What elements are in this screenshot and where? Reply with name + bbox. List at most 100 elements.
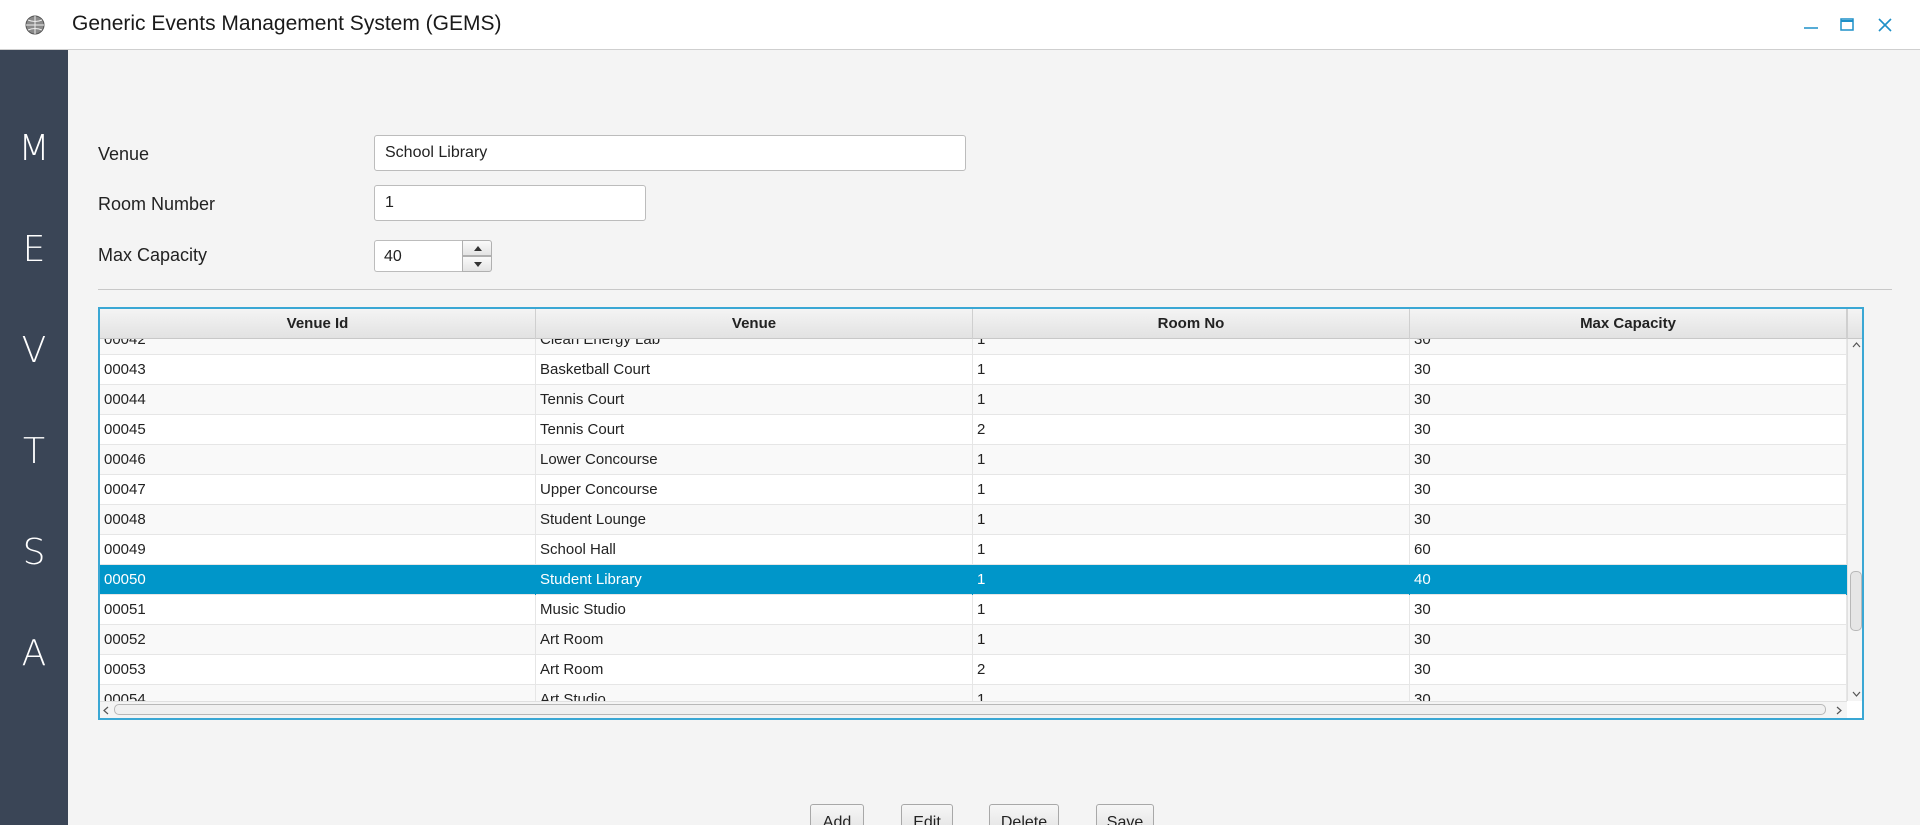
cell-room-no: 1 bbox=[973, 505, 1410, 535]
table-row[interactable]: 00054 Art Studio 1 30 bbox=[100, 685, 1847, 701]
cell-room-no: 2 bbox=[973, 415, 1410, 445]
maximize-icon[interactable] bbox=[1832, 10, 1862, 40]
table-row[interactable]: 00042 Clean Energy Lab 1 30 bbox=[100, 339, 1847, 355]
table-row[interactable]: 00053 Art Room 2 30 bbox=[100, 655, 1847, 685]
cell-max-capacity: 30 bbox=[1410, 655, 1847, 685]
table-row[interactable]: 00051 Music Studio 1 30 bbox=[100, 595, 1847, 625]
minimize-icon[interactable] bbox=[1796, 10, 1826, 40]
column-header-venue[interactable]: Venue bbox=[536, 309, 973, 339]
cell-venue: Student Library bbox=[536, 565, 973, 595]
save-button[interactable]: Save bbox=[1096, 804, 1154, 825]
vertical-scroll-thumb[interactable] bbox=[1850, 571, 1862, 631]
table-row[interactable]: 00046 Lower Concourse 1 30 bbox=[100, 445, 1847, 475]
cell-venue-id: 00042 bbox=[100, 339, 536, 355]
cell-venue-id: 00050 bbox=[100, 565, 536, 595]
cell-venue-id: 00047 bbox=[100, 475, 536, 505]
room-number-label: Room Number bbox=[98, 194, 216, 214]
cell-venue-id: 00053 bbox=[100, 655, 536, 685]
cell-venue: Student Lounge bbox=[536, 505, 973, 535]
cell-room-no: 1 bbox=[973, 445, 1410, 475]
main-content: Venue School Library Room Number 1 Max C… bbox=[68, 50, 1920, 825]
chevron-down-icon bbox=[474, 262, 482, 267]
title-bar: Generic Events Management System (GEMS) bbox=[0, 0, 1920, 50]
table-header: Venue Id Venue Room No Max Capacity bbox=[100, 309, 1847, 339]
cell-room-no: 1 bbox=[973, 565, 1410, 595]
sidebar-item-t[interactable]: T bbox=[0, 431, 68, 472]
cell-venue-id: 00043 bbox=[100, 355, 536, 385]
cell-room-no: 1 bbox=[973, 625, 1410, 655]
cell-venue: Art Room bbox=[536, 655, 973, 685]
cell-venue: Clean Energy Lab bbox=[536, 339, 973, 355]
close-icon[interactable] bbox=[1870, 10, 1900, 40]
cell-venue: Basketball Court bbox=[536, 355, 973, 385]
chevron-up-icon bbox=[474, 246, 482, 251]
table-row[interactable]: 00048 Student Lounge 1 30 bbox=[100, 505, 1847, 535]
vertical-scrollbar[interactable] bbox=[1847, 339, 1862, 701]
cell-venue: Tennis Court bbox=[536, 415, 973, 445]
column-header-room-no[interactable]: Room No bbox=[973, 309, 1410, 339]
cell-venue-id: 00045 bbox=[100, 415, 536, 445]
cell-max-capacity: 40 bbox=[1410, 565, 1847, 595]
table-row[interactable]: 00047 Upper Concourse 1 30 bbox=[100, 475, 1847, 505]
sidebar-item-s[interactable]: S bbox=[0, 532, 68, 573]
table-corner bbox=[1847, 309, 1862, 339]
edit-button[interactable]: Edit bbox=[901, 804, 953, 825]
sidebar-item-v[interactable]: V bbox=[0, 330, 68, 371]
cell-max-capacity: 30 bbox=[1410, 339, 1847, 355]
scroll-left-icon[interactable] bbox=[103, 706, 109, 715]
column-header-venue-id[interactable]: Venue Id bbox=[100, 309, 536, 339]
table-body: 00042 Clean Energy Lab 1 30 00043 Basket… bbox=[100, 339, 1847, 701]
cell-venue-id: 00046 bbox=[100, 445, 536, 475]
table-row[interactable]: 00049 School Hall 1 60 bbox=[100, 535, 1847, 565]
table-row[interactable]: 00044 Tennis Court 1 30 bbox=[100, 385, 1847, 415]
venue-input[interactable]: School Library bbox=[374, 135, 966, 171]
sidebar-item-m[interactable]: M bbox=[0, 128, 68, 169]
globe-icon bbox=[25, 15, 45, 35]
table-row[interactable]: 00045 Tennis Court 2 30 bbox=[100, 415, 1847, 445]
add-button[interactable]: Add bbox=[810, 804, 864, 825]
cell-room-no: 2 bbox=[973, 655, 1410, 685]
increment-button[interactable] bbox=[462, 240, 492, 256]
cell-venue: Upper Concourse bbox=[536, 475, 973, 505]
venue-label: Venue bbox=[98, 144, 150, 164]
scroll-up-icon[interactable] bbox=[1852, 342, 1861, 348]
delete-button[interactable]: Delete bbox=[989, 804, 1059, 825]
max-capacity-label: Max Capacity bbox=[98, 245, 208, 265]
horizontal-scroll-thumb[interactable] bbox=[114, 704, 1826, 715]
cell-venue-id: 00054 bbox=[100, 685, 536, 701]
cell-room-no: 1 bbox=[973, 475, 1410, 505]
cell-max-capacity: 30 bbox=[1410, 415, 1847, 445]
cell-venue: School Hall bbox=[536, 535, 973, 565]
decrement-button[interactable] bbox=[462, 256, 492, 272]
cell-max-capacity: 30 bbox=[1410, 475, 1847, 505]
cell-venue-id: 00044 bbox=[100, 385, 536, 415]
cell-venue-id: 00051 bbox=[100, 595, 536, 625]
cell-venue: Tennis Court bbox=[536, 385, 973, 415]
cell-room-no: 1 bbox=[973, 685, 1410, 701]
cell-max-capacity: 30 bbox=[1410, 355, 1847, 385]
sidebar-item-a[interactable]: A bbox=[0, 633, 68, 674]
cell-venue: Art Studio bbox=[536, 685, 973, 701]
max-capacity-input[interactable]: 40 bbox=[374, 240, 462, 272]
cell-max-capacity: 30 bbox=[1410, 385, 1847, 415]
horizontal-scrollbar[interactable] bbox=[100, 701, 1847, 718]
table-row-selected[interactable]: 00050 Student Library 1 40 bbox=[100, 565, 1847, 595]
cell-max-capacity: 30 bbox=[1410, 445, 1847, 475]
cell-room-no: 1 bbox=[973, 535, 1410, 565]
table-row[interactable]: 00043 Basketball Court 1 30 bbox=[100, 355, 1847, 385]
cell-venue-id: 00048 bbox=[100, 505, 536, 535]
max-capacity-spinner: 40 bbox=[374, 240, 492, 272]
cell-venue: Lower Concourse bbox=[536, 445, 973, 475]
cell-room-no: 1 bbox=[973, 595, 1410, 625]
sidebar-item-e[interactable]: E bbox=[0, 229, 68, 270]
scroll-down-icon[interactable] bbox=[1852, 691, 1861, 697]
cell-venue-id: 00052 bbox=[100, 625, 536, 655]
cell-venue: Music Studio bbox=[536, 595, 973, 625]
scroll-right-icon[interactable] bbox=[1836, 706, 1842, 715]
cell-max-capacity: 30 bbox=[1410, 505, 1847, 535]
cell-room-no: 1 bbox=[973, 355, 1410, 385]
table-row[interactable]: 00052 Art Room 1 30 bbox=[100, 625, 1847, 655]
room-number-input[interactable]: 1 bbox=[374, 185, 646, 221]
sidebar: M E V T S A bbox=[0, 50, 68, 825]
column-header-max-capacity[interactable]: Max Capacity bbox=[1410, 309, 1847, 339]
